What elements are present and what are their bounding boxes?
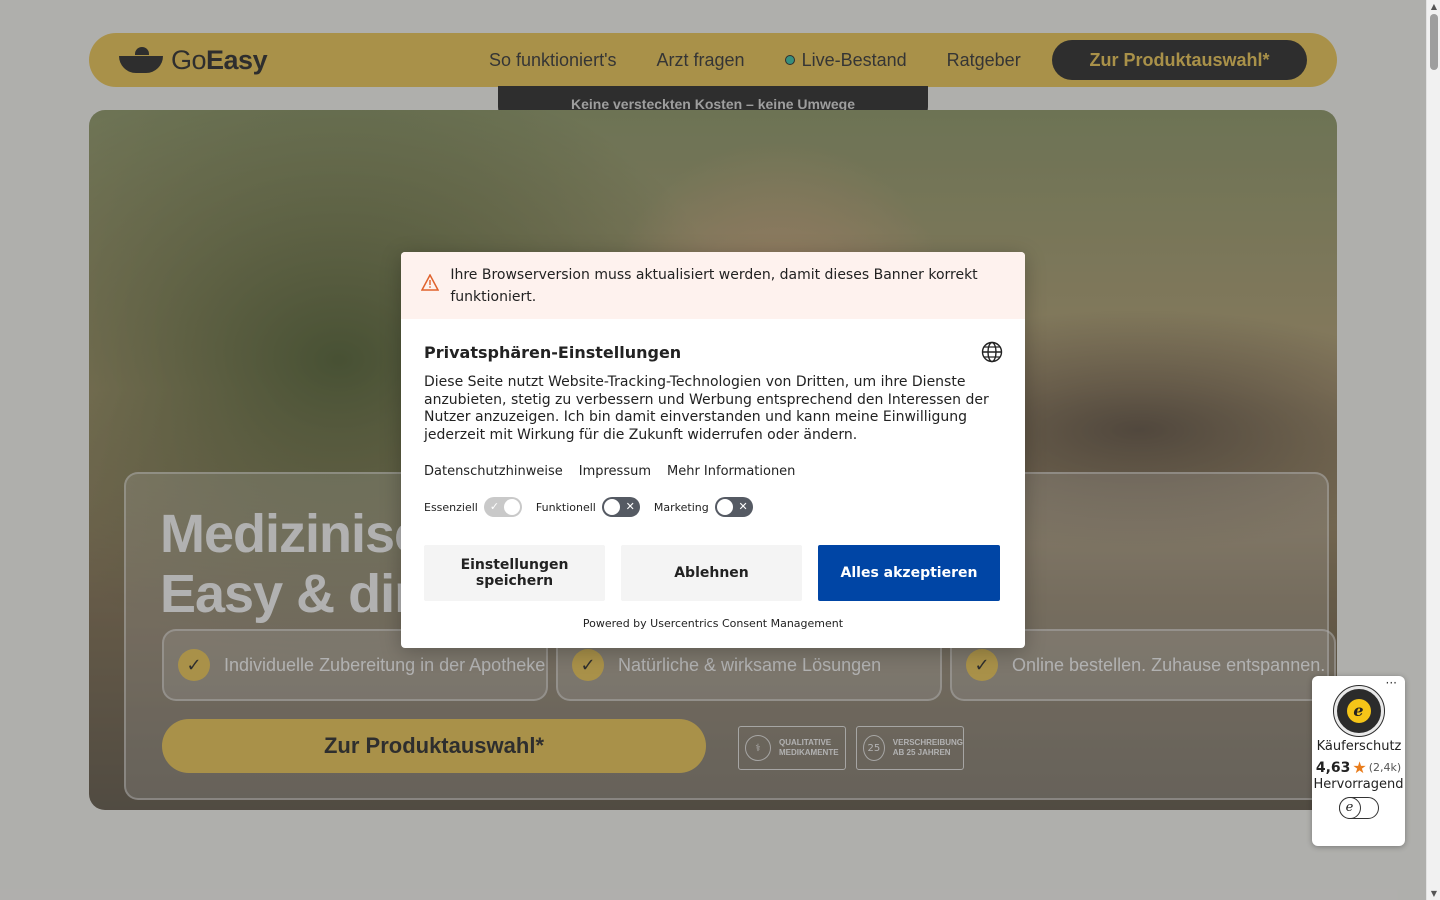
consent-buttons: Einstellungen speichern Ablehnen Alles a… xyxy=(424,545,1002,601)
marketing-toggle[interactable]: ✕ xyxy=(714,497,753,517)
scrollbar-thumb[interactable] xyxy=(1430,14,1438,70)
rating-grade: Hervorragend xyxy=(1313,777,1404,792)
essential-toggle: ✓ xyxy=(483,497,522,517)
consent-title: Privatsphären-Einstellungen xyxy=(424,343,682,362)
browser-warning: Ihre Browserversion muss aktualisiert we… xyxy=(401,252,1025,319)
warning-icon xyxy=(420,273,444,295)
consent-description: Diese Seite nutzt Website-Tracking-Techn… xyxy=(424,374,989,443)
buyer-protection-label: Käuferschutz xyxy=(1316,739,1402,754)
trusted-shops-widget[interactable]: ··· e Käuferschutz 4,63 ★ (2,4k) Hervorr… xyxy=(1312,676,1405,846)
rating-row: 4,63 ★ (2,4k) xyxy=(1312,758,1405,777)
more-options-icon[interactable]: ··· xyxy=(1386,676,1397,690)
imprint-link[interactable]: Impressum xyxy=(579,464,651,479)
functional-toggle[interactable]: ✕ xyxy=(601,497,640,517)
consent-links: Datenschutzhinweise Impressum Mehr Infor… xyxy=(424,464,1002,479)
scroll-up-arrow-icon[interactable]: ▲ xyxy=(1430,2,1438,11)
vertical-scrollbar[interactable]: ▲ ▼ xyxy=(1426,0,1440,900)
trusted-shops-e-icon: e xyxy=(1338,797,1361,819)
star-icon: ★ xyxy=(1352,758,1367,777)
accept-all-button[interactable]: Alles akzeptieren xyxy=(818,545,1000,601)
scroll-down-arrow-icon[interactable]: ▼ xyxy=(1430,889,1438,898)
consent-category-toggles: Essenziell ✓ Funktionell ✕ Marketing ✕ xyxy=(424,497,1002,517)
deny-button[interactable]: Ablehnen xyxy=(621,545,802,601)
consent-body: Privatsphären-Einstellungen Diese Seite … xyxy=(401,319,1025,630)
warning-text: Ihre Browserversion muss aktualisiert we… xyxy=(450,267,978,305)
trusted-shops-toggle[interactable]: e xyxy=(1338,797,1379,819)
save-settings-button[interactable]: Einstellungen speichern xyxy=(424,545,605,601)
powered-by-text: Powered by Usercentrics Consent Manageme… xyxy=(582,617,844,630)
rating-score: 4,63 xyxy=(1315,759,1351,776)
more-info-link[interactable]: Mehr Informationen xyxy=(667,464,795,479)
rating-count: (2,4k) xyxy=(1368,761,1402,774)
language-globe-icon[interactable] xyxy=(981,341,1003,363)
toggle-label-functional: Funktionell xyxy=(535,500,596,514)
consent-dialog: Ihre Browserversion muss aktualisiert we… xyxy=(401,252,1025,648)
toggle-label-essential: Essenziell xyxy=(424,500,478,514)
privacy-notice-link[interactable]: Datenschutzhinweise xyxy=(424,464,563,479)
trusted-shops-seal-icon: e xyxy=(1332,685,1385,737)
toggle-label-marketing: Marketing xyxy=(653,500,709,514)
